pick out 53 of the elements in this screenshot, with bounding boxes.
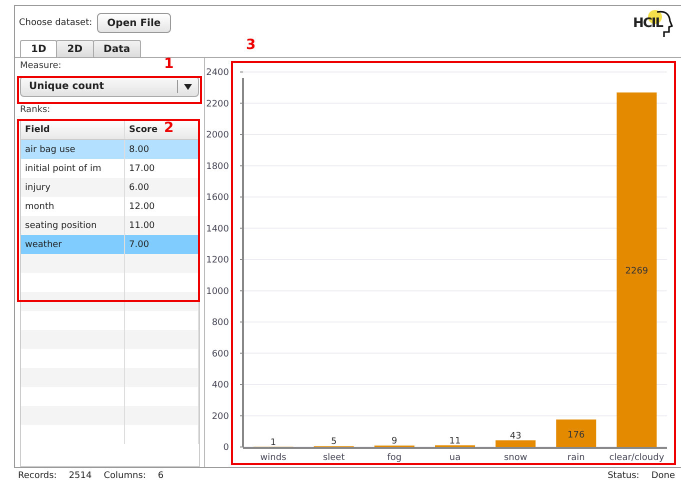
bar <box>556 420 596 447</box>
ranks-label: Ranks: <box>19 105 50 115</box>
x-category-label: clear/cloudy <box>609 453 664 463</box>
measure-dropdown[interactable]: Unique count <box>20 76 199 97</box>
columns-value: 6 <box>158 471 164 481</box>
annotation-number: 1 <box>164 56 174 72</box>
y-tick-label: 1400 <box>206 224 229 234</box>
rank-row[interactable]: air bag use 8.00 <box>21 140 199 159</box>
y-tick-label: 0 <box>223 443 229 453</box>
x-category-label: winds <box>260 453 286 463</box>
tab[interactable]: 1D <box>20 40 58 58</box>
bar-value-label: 5 <box>331 437 337 448</box>
x-category-label: fog <box>387 453 402 463</box>
y-tick-label: 2000 <box>206 130 229 140</box>
annotation-number: 2 <box>164 120 174 136</box>
status-value: Done <box>651 471 675 481</box>
rank-row[interactable]: seating position 11.00 <box>21 216 199 235</box>
caret-icon <box>184 84 192 90</box>
y-tick-label: 200 <box>212 412 229 422</box>
y-tick-label: 1600 <box>206 193 229 203</box>
records-value: 2514 <box>68 471 92 481</box>
rank-row[interactable]: injury 6.00 <box>21 178 199 197</box>
y-tick-label: 400 <box>212 380 229 390</box>
x-category-label: ua <box>449 453 461 463</box>
x-category-label: sleet <box>322 453 345 463</box>
logo: HCIL <box>633 8 675 38</box>
y-tick-label: 800 <box>212 318 229 328</box>
y-tick-label: 2200 <box>206 99 229 110</box>
tab[interactable]: Data <box>92 40 142 58</box>
open-file-button[interactable]: Open File <box>97 13 171 33</box>
x-category-label: snow <box>504 453 528 463</box>
y-tick-label: 600 <box>212 349 229 360</box>
rank-row[interactable]: weather 7.00 <box>21 235 199 254</box>
measure-label: Measure: <box>19 61 62 71</box>
status-label: Status: <box>608 471 640 481</box>
annotation-number: 3 <box>246 37 256 53</box>
bar-value-label: 2269 <box>625 266 648 277</box>
dataset-label: Choose dataset: <box>19 18 92 28</box>
records-label: Records: <box>18 471 57 481</box>
columns-label: Columns: <box>104 471 146 481</box>
y-tick-label: 1200 <box>206 256 229 266</box>
bar-value-label: 1 <box>270 438 276 448</box>
y-tick-label: 1800 <box>206 162 229 172</box>
bar-value-label: 176 <box>568 430 585 440</box>
y-tick-label: 1000 <box>206 286 229 297</box>
tab[interactable]: 2D <box>56 40 94 58</box>
column-header[interactable]: Field <box>21 120 125 139</box>
bar <box>496 440 536 447</box>
x-category-label: rain <box>567 453 585 463</box>
bar-value-label: 43 <box>510 431 522 442</box>
bar-value-label: 9 <box>392 436 398 447</box>
y-tick-label: 2400 <box>206 68 229 78</box>
bar-value-label: 11 <box>449 436 461 446</box>
